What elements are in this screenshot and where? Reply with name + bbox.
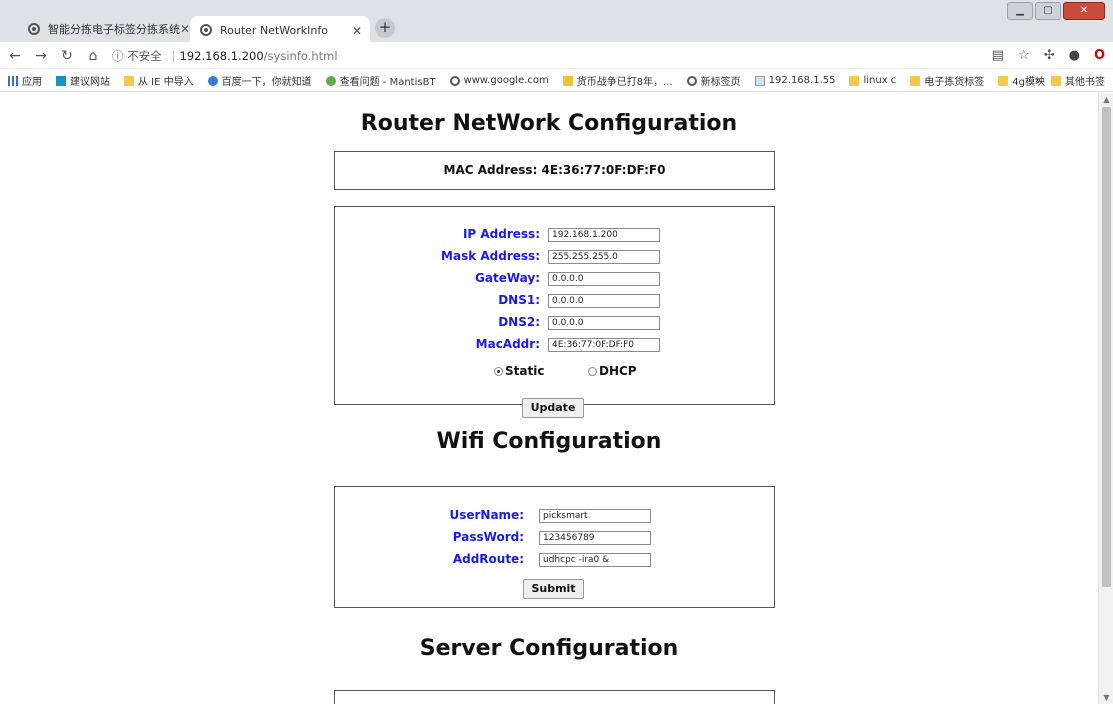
scrollbar-thumb[interactable] [1102,107,1111,587]
insecure-indicator[interactable]: ⓘ 不安全 [112,48,162,64]
update-button[interactable]: Update [522,398,584,418]
folder-icon [124,75,134,86]
password-input[interactable] [539,531,651,545]
address-bar[interactable]: ⓘ 不安全 | 192.168.1.200/sysinfo.html [112,48,338,64]
baidu-icon [207,75,218,86]
folder-icon [849,75,860,86]
page-content: Router NetWork Configuration MAC Address… [0,93,1098,704]
dns2-input[interactable] [548,316,660,330]
globe-icon [449,75,460,86]
url-path: /sysinfo.html [263,49,338,63]
browser-toolbar: ← → ↻ ⌂ ⓘ 不安全 | 192.168.1.200/sysinfo.ht… [0,44,1113,69]
bookmark-mantis[interactable]: 查看问题 - MantisBT [325,73,436,88]
close-tab-icon[interactable]: ✕ [180,22,190,36]
bookmark-apps[interactable]: 应用 [8,73,42,88]
wifi-config-title: Wifi Configuration [436,429,662,454]
addroute-label: AddRoute: [452,552,524,566]
radio-checked-icon [494,366,503,376]
server-config-box [334,690,775,704]
folder-icon [910,75,921,86]
reload-icon[interactable]: ↻ [56,48,78,64]
bookmark-ip[interactable]: 192.168.1.55 [754,75,835,86]
scroll-up-arrow-icon[interactable]: ▲ [1099,95,1113,104]
dns1-label: DNS1: [498,293,540,307]
bookmark-import-ie[interactable]: 从 IE 中导入 [124,73,194,88]
gateway-label: GateWay: [475,271,540,285]
dhcp-radio[interactable]: DHCP [588,364,637,378]
mask-address-label: Mask Address: [441,249,540,263]
mask-address-input[interactable] [548,250,660,264]
macaddr-label: MacAddr: [475,337,540,351]
ip-address-input[interactable] [548,228,660,242]
new-tab-button[interactable]: + [375,18,395,38]
extension-icon[interactable]: ✣ [1044,48,1055,63]
tab-router-networkinfo[interactable]: Router NetWorkInfo ✕ [190,16,370,44]
chart-icon [754,75,765,86]
submit-button[interactable]: Submit [523,579,584,599]
addroute-input[interactable] [539,553,651,567]
folder-icon [998,75,1009,86]
coin-icon [562,75,573,86]
back-icon[interactable]: ← [4,48,26,64]
page-scrollbar[interactable]: ▲ ▼ [1098,93,1113,704]
address-separator: | [171,49,176,63]
bookmark-linuxc[interactable]: linux c [849,75,896,86]
home-icon[interactable]: ⌂ [82,48,104,64]
tab-title: Router NetWorkInfo [220,23,328,37]
folder-icon [1051,75,1061,86]
tab-sorting-system[interactable]: 智能分拣电子标签分拣系统 ✕ [18,14,198,44]
bookmark-newtab[interactable]: 新标签页 [686,73,741,88]
apps-icon [8,75,18,86]
close-window-button[interactable]: ✕ [1063,2,1105,20]
forward-icon[interactable]: → [30,48,52,64]
browser-titlebar: 智能分拣电子标签分拣系统 ✕ Router NetWorkInfo ✕ + ▁ … [0,0,1113,44]
mac-address-box: MAC Address: 4E:36:77:0F:DF:F0 [334,151,775,190]
dns1-input[interactable] [548,294,660,308]
tab-title: 智能分拣电子标签分拣系统 [48,23,180,36]
toolbar-actions: ▤ ☆ ✣ ● O [992,48,1105,63]
maximize-button[interactable]: ▢ [1035,2,1061,20]
bookmark-other[interactable]: 其他书签 [1051,73,1105,88]
minimize-button[interactable]: ▁ [1007,2,1033,20]
bookmark-baidu[interactable]: 百度一下，你就知道 [207,73,312,88]
profile-icon[interactable]: ● [1069,48,1080,63]
bookmark-currency[interactable]: 货币战争已打8年，... [562,73,673,88]
bookmark-eticket[interactable]: 电子拣货标签 [910,73,984,88]
dns2-label: DNS2: [498,315,540,329]
globe-icon [28,23,40,35]
bookmark-star-icon[interactable]: ☆ [1018,48,1030,63]
mantis-icon [325,75,336,86]
bookmark-suggested[interactable]: 建议网站 [56,73,110,88]
globe-icon [200,24,212,36]
macaddr-input[interactable] [548,338,660,352]
url-host: 192.168.1.200 [179,49,264,63]
static-radio[interactable]: Static [494,364,544,378]
bookmarks-right: » 其他书签 [1035,73,1105,88]
window-controls: ▁ ▢ ✕ [1007,2,1105,20]
mac-address-text: MAC Address: 4E:36:77:0F:DF:F0 [443,163,666,177]
username-input[interactable] [539,509,651,523]
bing-icon [56,75,66,86]
server-config-title: Server Configuration [419,636,679,661]
translate-icon[interactable]: ▤ [992,48,1004,63]
username-label: UserName: [449,508,524,522]
scroll-down-arrow-icon[interactable]: ▼ [1099,693,1113,702]
gateway-input[interactable] [548,272,660,286]
bookmark-google[interactable]: www.google.com [449,75,549,86]
close-tab-icon[interactable]: ✕ [352,24,362,38]
radio-unchecked-icon [588,366,597,376]
opera-icon[interactable]: O [1094,48,1105,63]
bookmarks-more-button[interactable]: » [1035,75,1041,86]
globe-icon [686,75,697,86]
ip-address-label: IP Address: [462,227,540,241]
bookmarks-bar: 应用 建议网站 从 IE 中导入 百度一下，你就知道 查看问题 - Mantis… [0,70,1113,92]
password-label: PassWord: [452,530,524,544]
router-config-title: Router NetWork Configuration [360,111,738,136]
